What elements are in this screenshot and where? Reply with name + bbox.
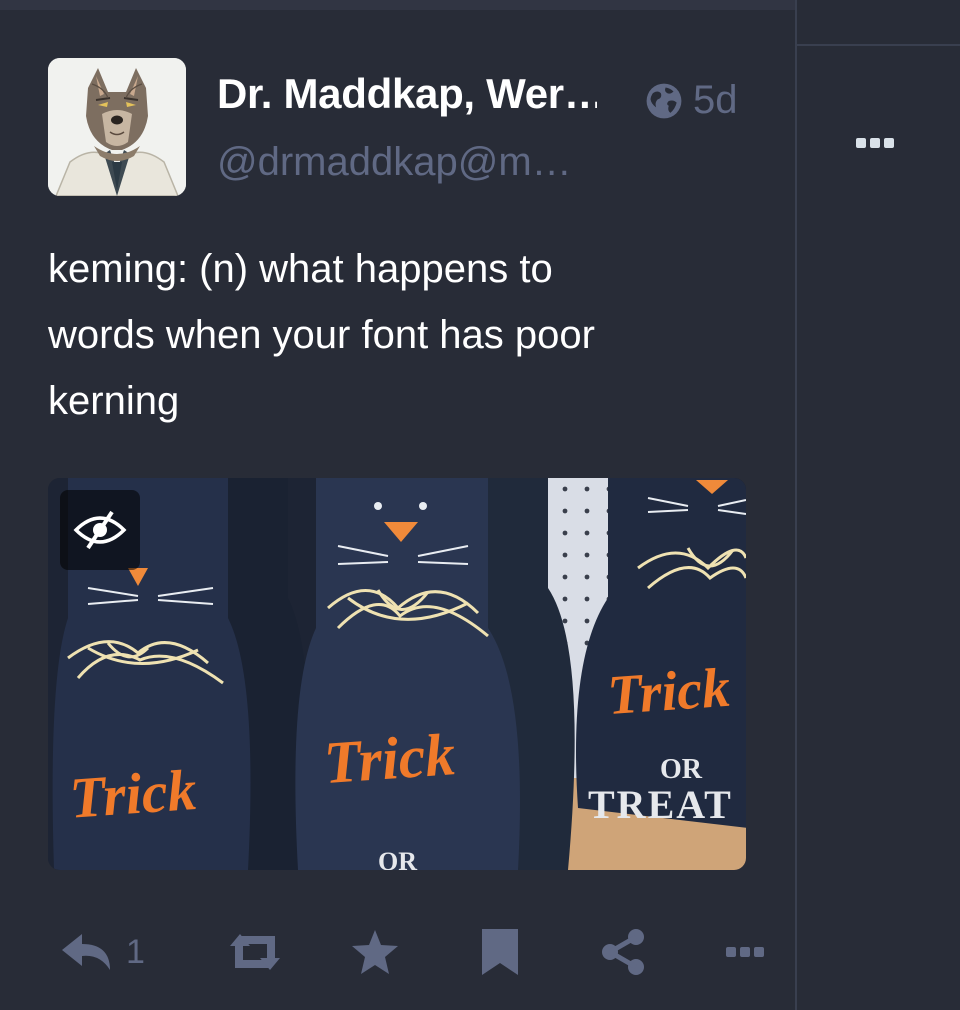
star-icon — [352, 930, 398, 974]
sign-text: OR — [660, 754, 703, 785]
right-panel — [795, 0, 960, 1010]
sign-text: Trick — [68, 757, 199, 831]
bookmark-button[interactable] — [480, 920, 520, 984]
sign-text: TREAT — [588, 782, 733, 827]
eye-slash-icon[interactable] — [60, 490, 140, 570]
media-attachment[interactable]: Trick Trick Trick OR TREAT OR — [48, 478, 746, 870]
post-timestamp[interactable]: 5d — [693, 78, 738, 123]
more-options-icon[interactable] — [856, 138, 894, 148]
right-panel-divider — [797, 44, 960, 46]
top-strip — [0, 0, 795, 10]
boost-icon — [230, 934, 280, 970]
post-content: keming: (n) what happens to words when y… — [48, 236, 748, 434]
globe-icon — [646, 83, 682, 118]
reply-icon — [62, 934, 110, 970]
share-button[interactable] — [598, 920, 648, 984]
post-content-line: words when your font has poor — [48, 313, 595, 357]
account-handle[interactable]: @drmaddkap@m… — [217, 140, 597, 185]
display-name[interactable]: Dr. Maddkap, Wer… — [217, 70, 597, 118]
favourite-button[interactable] — [350, 920, 400, 984]
sign-text: Trick — [322, 721, 457, 796]
more-icon — [726, 947, 764, 957]
post-meta: 5d — [645, 78, 738, 123]
post-content-line: kerning — [48, 379, 180, 423]
post-action-bar: 1 — [60, 920, 780, 984]
sign-text: Trick — [606, 657, 732, 727]
share-icon — [602, 929, 644, 975]
boost-button[interactable] — [224, 920, 286, 984]
sign-text: OR — [378, 847, 417, 870]
bookmark-icon — [482, 929, 518, 975]
post-content-line: keming: (n) what happens to — [48, 247, 553, 291]
reply-count: 1 — [126, 932, 145, 971]
app-frame: Dr. Maddkap, Wer… @drmaddkap@m… 5d kemin… — [0, 0, 960, 1010]
avatar[interactable] — [48, 58, 186, 196]
more-button[interactable] — [726, 920, 764, 984]
reply-button[interactable]: 1 — [60, 920, 145, 984]
